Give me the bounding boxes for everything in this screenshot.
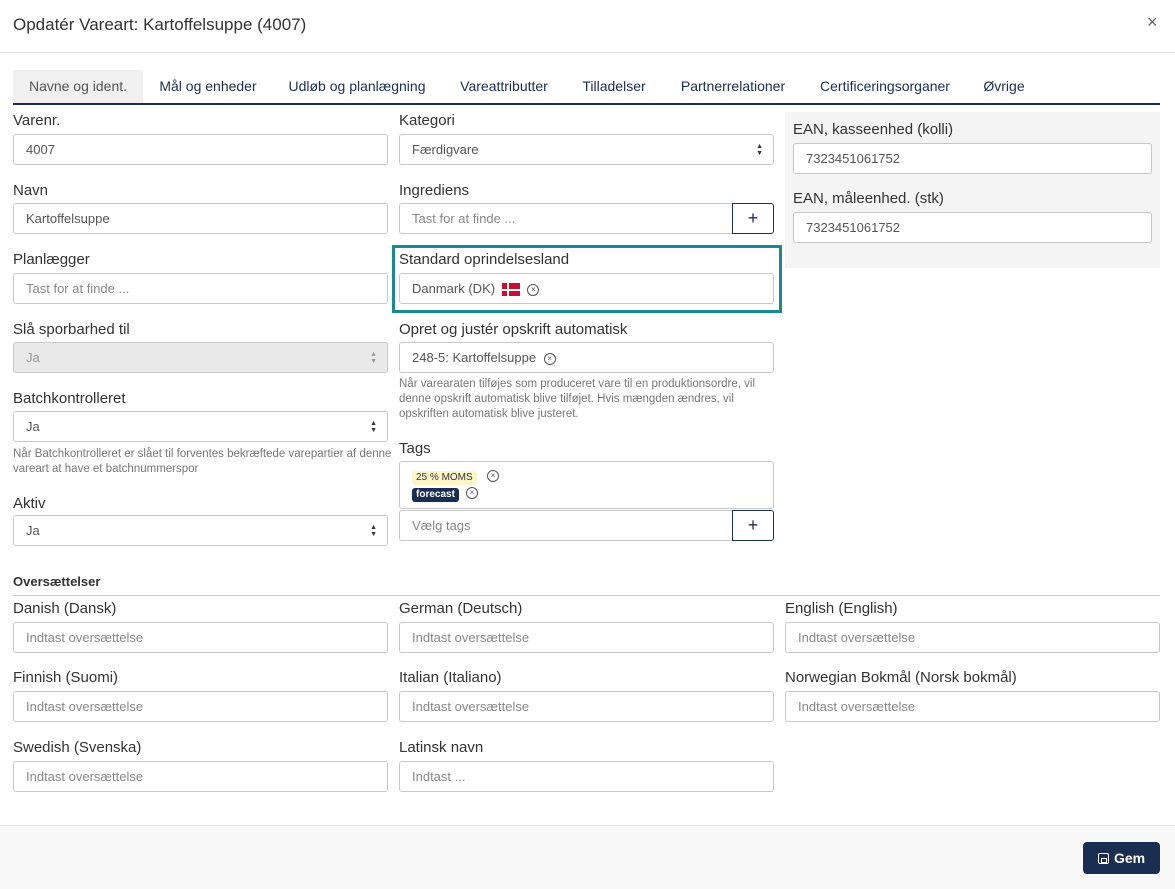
translation-input-danish[interactable]: Indtast oversættelse [13, 622, 388, 653]
ean-stk-input[interactable]: 7323451061752 [793, 212, 1152, 243]
navn-label: Navn [13, 182, 49, 199]
ean-kolli-label: EAN, kasseenhed (kolli) [793, 121, 954, 138]
tab-partnerrelationer[interactable]: Partnerrelationer [671, 70, 795, 103]
ean-stk-label: EAN, måleenhed. (stk) [793, 190, 944, 207]
ingrediens-input[interactable]: Tast for at finde ... [399, 203, 733, 234]
remove-icon[interactable]: × [527, 283, 540, 296]
dialog-title: Opdatér Vareart: Kartoffelsuppe (4007) [13, 15, 307, 34]
tab-tilladelser[interactable]: Tilladelser [575, 70, 653, 103]
latin-name-label: Latinsk navn [399, 739, 484, 756]
kategori-value: Færdigvare [412, 142, 479, 157]
tags-label: Tags [399, 440, 431, 457]
opskrift-help: Når varearaten tilføjes som produceret v… [399, 378, 756, 420]
translation-input-english[interactable]: Indtast oversættelse [785, 622, 1160, 653]
dialog-header: Opdatér Vareart: Kartoffelsuppe (4007) × [0, 0, 1175, 53]
denmark-flag-icon [501, 283, 520, 297]
kategori-label: Kategori [399, 112, 455, 129]
translation-input-german[interactable]: Indtast oversættelse [399, 622, 774, 653]
aktiv-value: Ja [26, 523, 40, 538]
translation-label-danish: Danish (Dansk) [13, 600, 117, 617]
translation-label-italian: Italian (Italiano) [399, 669, 502, 686]
navn-input[interactable]: Kartoffelsuppe [13, 203, 388, 234]
sporbarhed-value: Ja [26, 350, 40, 365]
tab-oevrige[interactable]: Øvrige [975, 70, 1033, 103]
opskrift-value: 248-5: Kartoffelsuppe [412, 350, 537, 365]
save-button[interactable]: Gem [1083, 842, 1160, 874]
translation-label-finnish: Finnish (Suomi) [13, 669, 119, 686]
close-icon[interactable]: × [1147, 13, 1158, 31]
ean-kolli-input[interactable]: 7323451061752 [793, 143, 1152, 174]
kategori-select[interactable]: Færdigvare ▲ ▼ [399, 134, 774, 165]
add-tag-button[interactable]: + [732, 510, 774, 541]
section-divider [13, 595, 1160, 596]
oprindelsesland-label: Standard oprindelsesland [399, 251, 570, 268]
add-ingrediens-button[interactable]: + [732, 203, 774, 234]
aktiv-select[interactable]: Ja ▲ ▼ [13, 515, 388, 546]
plus-icon: + [747, 515, 759, 535]
opskrift-input[interactable]: 248-5: Kartoffelsuppe × [399, 342, 774, 373]
save-button-label: Gem [1113, 850, 1146, 866]
varenr-input[interactable]: 4007 [13, 134, 388, 165]
sporbarhed-select: Ja ▲ ▼ [13, 342, 388, 373]
translation-label-norwegian: Norwegian Bokmål (Norsk bokmål) [785, 669, 1017, 686]
oprindelsesland-value: Danmark (DK) [412, 281, 496, 296]
translations-title: Oversættelser [13, 574, 101, 589]
varenr-label: Varenr. [13, 112, 61, 129]
batch-select[interactable]: Ja ▲ ▼ [13, 411, 388, 442]
remove-icon[interactable]: × [487, 470, 499, 482]
select-arrows-icon: ▲ ▼ [756, 143, 763, 157]
translation-label-swedish: Swedish (Svenska) [13, 739, 142, 756]
translation-label-english: English (English) [785, 600, 898, 617]
batch-help: Når Batchkontrolleret er slået til forve… [13, 448, 392, 475]
batch-value: Ja [26, 419, 40, 434]
tab-udloeb-og-planlaegning[interactable]: Udløb og planlægning [281, 70, 433, 103]
translation-label-german: German (Deutsch) [399, 600, 523, 617]
select-arrows-icon: ▲ ▼ [370, 351, 377, 365]
tag-moms: 25 % MOMS [412, 471, 477, 485]
oprindelsesland-input[interactable]: Danmark (DK) × [399, 273, 774, 304]
translation-input-italian[interactable]: Indtast oversættelse [399, 691, 774, 722]
tab-navne-og-ident[interactable]: Navne og ident. [13, 70, 143, 103]
batch-label: Batchkontrolleret [13, 390, 126, 407]
translation-input-swedish[interactable]: Indtast oversættelse [13, 761, 388, 792]
planlaegger-input[interactable]: Tast for at finde ... [13, 273, 388, 304]
sporbarhed-label: Slå sporbarhed til [13, 321, 130, 338]
tag-forecast: forecast [412, 488, 459, 502]
latin-name-input[interactable]: Indtast ... [399, 761, 774, 792]
tags-box[interactable]: 25 % MOMS × forecast × [399, 461, 774, 509]
select-arrows-icon: ▲ ▼ [370, 420, 377, 434]
remove-icon[interactable]: × [543, 352, 556, 365]
save-disk-icon [1097, 853, 1109, 864]
tab-vareattributter[interactable]: Vareattributter [449, 70, 559, 103]
plus-icon: + [747, 208, 759, 228]
tab-maal-og-enheder[interactable]: Mål og enheder [149, 70, 267, 103]
aktiv-label: Aktiv [13, 495, 46, 512]
planlaegger-label: Planlægger [13, 251, 90, 268]
dialog-footer [0, 825, 1175, 889]
translation-input-norwegian[interactable]: Indtast oversættelse [785, 691, 1160, 722]
opskrift-label: Opret og justér opskrift automatisk [399, 321, 628, 338]
translation-input-finnish[interactable]: Indtast oversættelse [13, 691, 388, 722]
ingrediens-label: Ingrediens [399, 182, 470, 199]
tags-input[interactable]: Vælg tags [399, 510, 733, 541]
tab-bar: Navne og ident. Mål og enheder Udløb og … [13, 70, 1160, 105]
tab-certificeringsorganer[interactable]: Certificeringsorganer [811, 70, 959, 103]
select-arrows-icon: ▲ ▼ [370, 524, 377, 538]
remove-icon[interactable]: × [466, 487, 478, 499]
